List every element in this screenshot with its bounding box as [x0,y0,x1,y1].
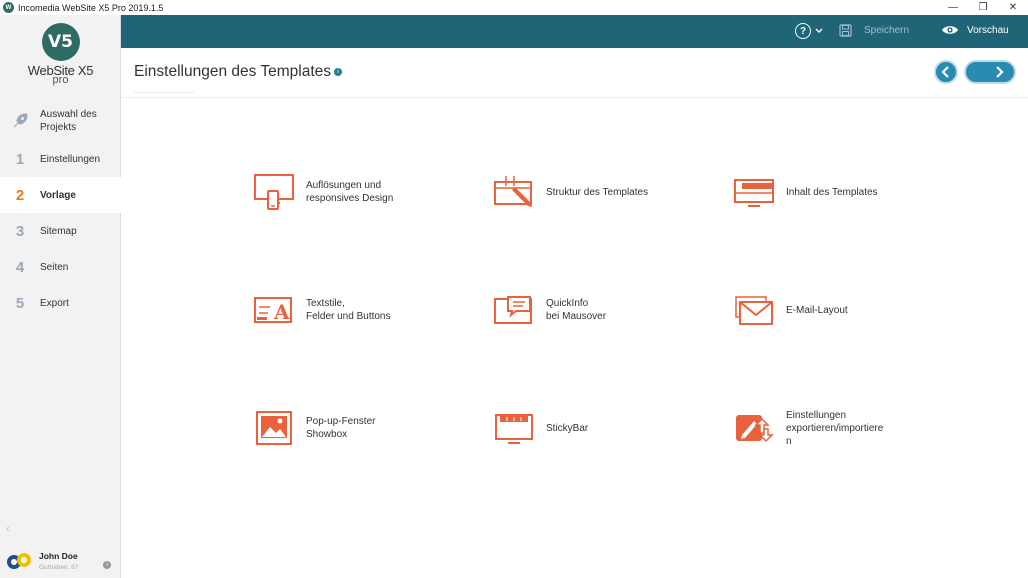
sidebar-item-settings[interactable]: 1 Einstellungen [0,141,121,177]
tile-text-styles[interactable]: A Textstile, Felder und Buttons [254,290,391,330]
title-divider [134,92,194,93]
tile-email-layout[interactable]: E-Mail-Layout [734,290,848,330]
step-nav: Auswahl des Projekts 1 Einstellungen 2 V… [0,101,121,321]
image-popup-icon [254,408,294,448]
rocket-icon [0,112,40,130]
tile-label-line1: Einstellungen [786,409,847,421]
step-number: 4 [15,258,25,276]
tile-label-line2: bei Mausover [546,311,607,322]
stickybar-icon [494,408,534,448]
tile-label-line1: QuickInfo [546,298,589,309]
chevron-right-icon [996,66,1004,78]
question-icon: ? [795,23,811,39]
logo-edition: pro [52,74,69,86]
sidebar: V5 WebSite X5 pro Auswahl des Projekts 1… [0,15,121,578]
floppy-disk-icon [839,24,852,37]
step-number: 3 [15,222,25,240]
tile-template-content[interactable]: Inhalt des Templates [734,172,878,212]
sidebar-item-export[interactable]: 5 Export [0,285,121,321]
tile-label-line1: Inhalt des Templates [786,186,878,198]
eye-icon [942,26,958,34]
text-style-icon: A [254,290,294,330]
sidebar-item-label-line1: Auswahl des [40,109,97,120]
step-number: 2 [15,186,25,204]
close-button[interactable]: ✕ [998,0,1028,15]
tile-template-structure[interactable]: Struktur des Templates [494,172,648,212]
tile-label-line2: responsives Design [306,193,394,204]
top-toolbar: ? Speichern Vorschau [121,15,1028,48]
step-number: 5 [15,294,25,312]
tile-resolutions-responsive[interactable]: Auflösungen und responsives Design [254,172,393,212]
user-panel[interactable]: John Doe Guthaben: 87 i [0,543,121,578]
tile-label-line1: StickyBar [546,422,589,434]
tile-label-line1: Pop-up-Fenster [306,416,376,427]
tile-popup-showbox[interactable]: Pop-up-Fenster Showbox [254,408,375,448]
layout-edit-icon [494,172,534,212]
tile-stickybar[interactable]: StickyBar [494,408,588,448]
collapse-sidebar-button[interactable]: ‹ [6,523,10,535]
next-button[interactable] [964,60,1016,84]
export-import-icon [734,408,774,448]
minimize-button[interactable]: — [938,0,968,15]
back-button[interactable] [934,60,958,84]
tile-label-line1: E-Mail-Layout [786,304,848,316]
svg-text:A: A [273,300,290,324]
tile-label-line2: exportieren/importiere [786,422,884,434]
envelope-icon [734,290,774,330]
user-name: John Doe [39,550,78,561]
info-icon[interactable]: i [334,68,342,76]
chevron-left-icon [941,66,949,78]
tile-label-line1: Textstile, [306,298,345,309]
tile-label-line3: n [786,435,792,447]
chevron-down-icon [815,28,823,33]
sidebar-item-label: Auswahl des Projekts [40,108,97,134]
content-icon [734,172,774,212]
logo-mark: V5 [41,23,80,61]
help-button[interactable]: ? [795,23,823,39]
sidebar-item-label: Vorlage [40,189,76,201]
tile-label-line2: Felder und Buttons [306,311,391,322]
sidebar-item-label: Export [40,297,69,309]
devices-icon [254,172,294,212]
sidebar-item-template[interactable]: 2 Vorlage [0,177,121,213]
preview-label: Vorschau [967,24,1009,36]
tooltip-icon [494,290,534,330]
avatar [6,551,32,571]
sidebar-item-label: Sitemap [40,225,77,237]
tile-export-import-settings[interactable]: Einstellungen exportieren/importiere n [734,408,883,448]
save-label: Speichern [864,25,910,36]
window-titlebar: W Incomedia WebSite X5 Pro 2019.1.5 — ❐ … [0,0,1028,15]
page-header: Einstellungen des Templates i [121,48,1028,98]
tile-label-line2: Showbox [306,429,348,440]
logo: V5 WebSite X5 pro [0,23,121,86]
app-icon: W [3,2,14,13]
preview-button[interactable]: Vorschau [941,24,1009,36]
tile-label-line1: Auflösungen und [306,180,382,191]
page-title: Einstellungen des Templates [134,63,332,80]
info-icon[interactable]: i [103,561,111,569]
save-button[interactable]: Speichern [839,24,909,37]
sidebar-item-project-selection[interactable]: Auswahl des Projekts [0,101,121,141]
sidebar-item-label: Seiten [40,261,69,273]
tile-quickinfo[interactable]: QuickInfo bei Mausover [494,290,606,330]
sidebar-item-label-line2: Projekts [40,122,77,133]
user-credit: Guthaben: 87 [39,563,79,571]
window-controls: — ❐ ✕ [938,0,1028,15]
sidebar-item-sitemap[interactable]: 3 Sitemap [0,213,121,249]
tile-label-line1: Struktur des Templates [546,186,649,198]
sidebar-item-pages[interactable]: 4 Seiten [0,249,121,285]
restore-button[interactable]: ❐ [968,0,998,15]
window-title: Incomedia WebSite X5 Pro 2019.1.5 [18,2,164,13]
sidebar-item-label: Einstellungen [40,153,101,165]
step-number: 1 [15,150,25,168]
